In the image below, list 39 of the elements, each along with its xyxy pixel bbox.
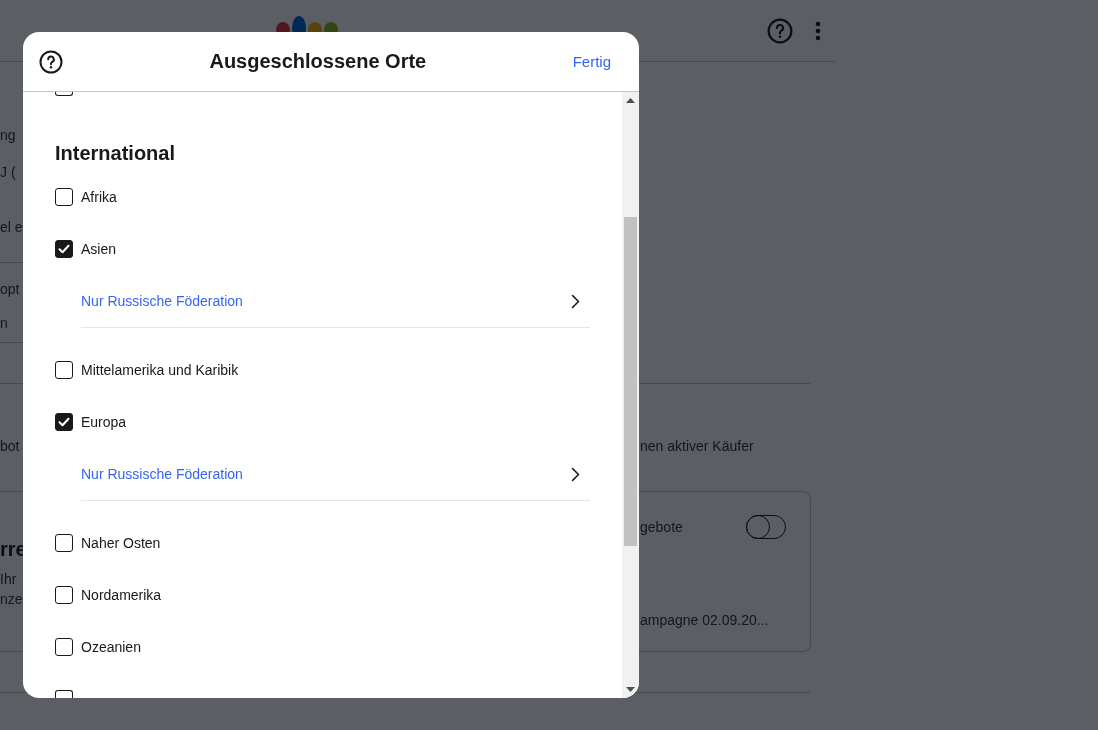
dialog-title: Ausgeschlossene Orte — [208, 50, 428, 73]
done-button[interactable]: Fertig — [572, 53, 611, 70]
checkbox[interactable] — [55, 188, 73, 206]
checkbox-label[interactable]: Ozeanien — [81, 639, 141, 655]
text: nen aktiver Käufer — [640, 437, 754, 456]
checkbox-label[interactable]: Afrika — [81, 189, 117, 205]
checkbox-label[interactable]: Europa — [81, 414, 127, 430]
text: opt — [0, 281, 20, 297]
checkbox[interactable] — [55, 361, 73, 379]
checkbox[interactable] — [55, 240, 73, 258]
checkbox-label[interactable]: Mittelamerika und Karibik — [81, 362, 239, 378]
text: nze — [0, 590, 23, 609]
scrollbar[interactable] — [622, 92, 639, 698]
checkbox-label[interactable]: Nordamerika — [81, 587, 162, 603]
text: J ( — [0, 164, 16, 180]
checkbox-label[interactable]: Naher Osten — [81, 535, 161, 551]
more-icon[interactable] — [815, 21, 821, 41]
checkbox-label[interactable]: Asien — [81, 241, 117, 257]
scroll-up-icon[interactable] — [626, 98, 635, 103]
checkbox[interactable] — [55, 638, 73, 656]
checkbox[interactable] — [55, 413, 73, 431]
help-icon[interactable] — [39, 49, 63, 74]
checkbox[interactable] — [55, 534, 73, 552]
section-heading: International — [55, 141, 176, 165]
text: el e — [0, 219, 23, 235]
chevron-right-icon[interactable] — [571, 466, 580, 482]
text: ampagne 02.09.20... — [640, 611, 770, 630]
scroll-down-icon[interactable] — [626, 687, 635, 692]
link[interactable]: Nur Russische Föderation — [81, 466, 243, 482]
text: bot — [0, 437, 20, 456]
link[interactable]: Nur Russische Föderation — [81, 293, 243, 309]
text: n — [0, 315, 8, 331]
text: ng — [0, 127, 16, 143]
checkbox[interactable] — [55, 690, 73, 698]
text: Ihr — [0, 570, 17, 589]
chevron-right-icon[interactable] — [571, 293, 580, 309]
text: gebote — [640, 518, 683, 537]
checkbox[interactable] — [55, 586, 73, 604]
checkbox[interactable] — [55, 92, 73, 96]
